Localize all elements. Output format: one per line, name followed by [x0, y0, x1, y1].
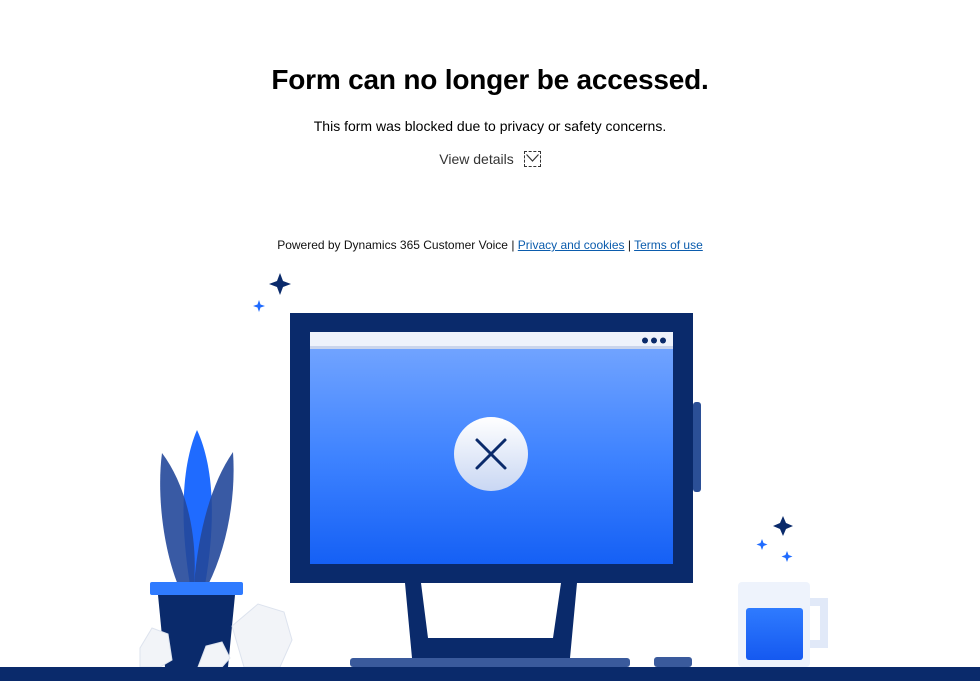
view-details-label: View details	[439, 151, 514, 167]
monitor	[290, 313, 701, 667]
privacy-cookies-link[interactable]: Privacy and cookies	[518, 238, 625, 252]
sparkle-icon	[756, 516, 793, 562]
powered-by-text: Powered by Dynamics 365 Customer Voice	[277, 238, 508, 252]
more-options-icon	[642, 337, 666, 344]
chevron-down-icon[interactable]	[523, 151, 541, 167]
view-details-button[interactable]: View details	[439, 151, 541, 167]
glass	[738, 582, 828, 667]
blocked-illustration	[0, 273, 980, 681]
blocked-message: This form was blocked due to privacy or …	[313, 118, 667, 134]
footer-separator: |	[511, 238, 515, 252]
sparkle-icon	[253, 273, 291, 312]
terms-of-use-link[interactable]: Terms of use	[634, 238, 703, 252]
plant	[139, 430, 293, 668]
blocked-form-page: Form can no longer be accessed. This for…	[0, 0, 980, 681]
footer: Powered by Dynamics 365 Customer Voice |…	[0, 238, 980, 252]
details-row: View details	[0, 151, 980, 167]
close-icon	[454, 417, 528, 491]
footer-separator: |	[627, 238, 631, 252]
floor-bar	[0, 667, 980, 681]
page-title: Form can no longer be accessed.	[271, 64, 709, 95]
